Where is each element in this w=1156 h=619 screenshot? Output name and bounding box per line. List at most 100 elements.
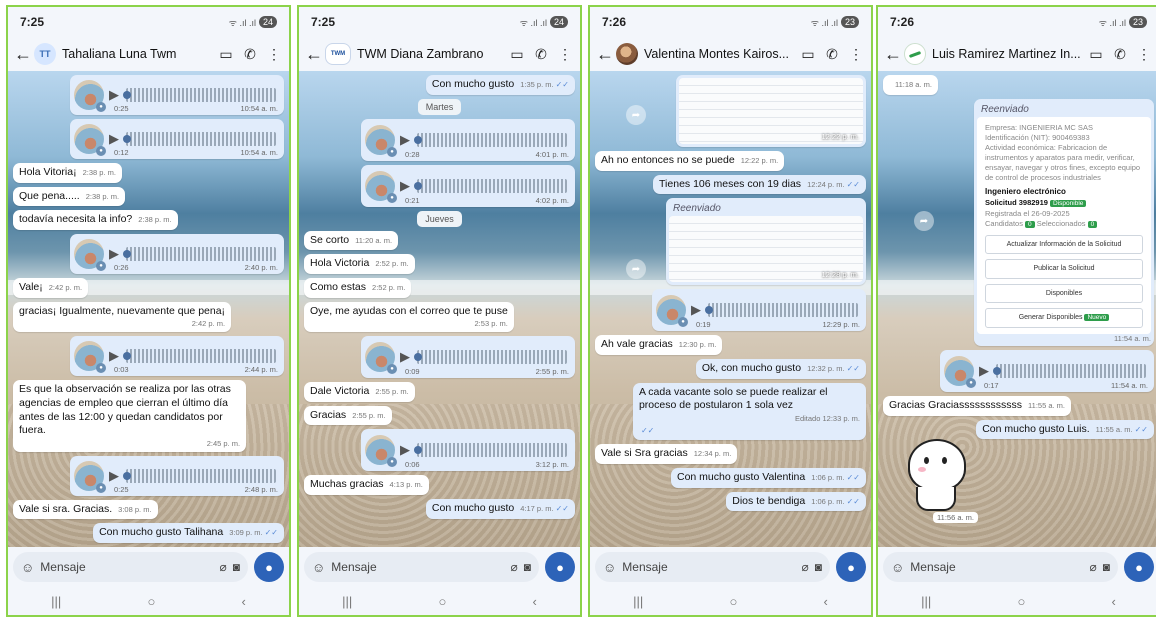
sent-message[interactable]: A cada vacante solo se puede realizar el… bbox=[632, 382, 866, 441]
forward-icon[interactable]: ➦ bbox=[626, 105, 646, 125]
play-icon[interactable]: ▶ bbox=[979, 363, 991, 379]
back-arrow-icon[interactable]: ← bbox=[596, 44, 614, 65]
more-options-icon[interactable]: ⋮ bbox=[556, 46, 574, 63]
mic-button-icon[interactable]: ● bbox=[545, 552, 575, 582]
back-arrow-icon[interactable]: ← bbox=[884, 44, 902, 65]
emoji-icon[interactable]: ☺ bbox=[603, 560, 616, 575]
attach-icon[interactable]: ⌀ bbox=[511, 560, 518, 574]
video-call-icon[interactable]: ▭ bbox=[1087, 46, 1105, 63]
home-icon[interactable]: ○ bbox=[438, 594, 446, 609]
forwarded-message[interactable]: Reenviado 12:28 p. m. bbox=[666, 198, 866, 286]
received-message[interactable]: Vale¡ 2:42 p. m. bbox=[13, 278, 89, 298]
card-button[interactable]: Actualizar Información de la Solicitud bbox=[985, 234, 1143, 255]
back-arrow-icon[interactable]: ← bbox=[305, 44, 323, 65]
phone-call-icon[interactable]: ✆ bbox=[823, 46, 841, 63]
back-arrow-icon[interactable]: ← bbox=[14, 44, 32, 65]
play-icon[interactable]: ▶ bbox=[109, 131, 121, 147]
contact-name[interactable]: TWM Diana Zambrano bbox=[357, 47, 502, 61]
home-icon[interactable]: ○ bbox=[147, 594, 155, 609]
home-icon[interactable]: ○ bbox=[729, 594, 737, 609]
voice-message[interactable]: ● ▶ 0:12 10:54 a. m. bbox=[70, 119, 284, 160]
received-message[interactable]: Gracias Graciassssssssssss 11:55 a. m. bbox=[883, 395, 1071, 416]
camera-icon[interactable]: ◙ bbox=[1103, 560, 1110, 574]
emoji-icon[interactable]: ☺ bbox=[891, 560, 904, 575]
voice-message[interactable]: ● ▶ 0:17 11:54 a. m. bbox=[940, 349, 1154, 392]
waveform[interactable] bbox=[414, 132, 567, 147]
received-message[interactable]: Vale si sra. Gracias. 3:08 p. m. bbox=[13, 499, 158, 520]
waveform[interactable] bbox=[705, 303, 858, 318]
waveform[interactable] bbox=[414, 349, 567, 364]
sent-message[interactable]: Con mucho gusto Talihana 3:09 p. m. ✓✓ bbox=[93, 523, 284, 544]
message-input[interactable]: ☺ Mensaje ⌀ ◙ bbox=[595, 552, 830, 582]
contact-avatar[interactable]: TWM bbox=[325, 43, 351, 65]
chat-area[interactable]: Con mucho gusto 1:35 p. m. ✓✓ Martes ● ▶ 0:28 4… bbox=[299, 71, 580, 547]
back-nav-icon[interactable]: ‹ bbox=[242, 594, 246, 609]
forwarded-message[interactable]: Reenviado Empresa: INGENIERIA MC SAS Ident… bbox=[974, 98, 1154, 346]
emoji-icon[interactable]: ☺ bbox=[312, 560, 325, 575]
contact-avatar[interactable] bbox=[904, 43, 926, 65]
contact-avatar[interactable]: TT bbox=[34, 43, 56, 65]
back-nav-icon[interactable]: ‹ bbox=[824, 594, 828, 609]
mic-button-icon[interactable]: ● bbox=[836, 552, 866, 582]
back-nav-icon[interactable]: ‹ bbox=[1112, 594, 1116, 609]
message-input[interactable]: ☺ Mensaje ⌀ ◙ bbox=[13, 552, 248, 582]
recents-icon[interactable]: ||| bbox=[633, 594, 643, 609]
video-call-icon[interactable]: ▭ bbox=[508, 46, 526, 63]
contact-name[interactable]: Valentina Montes Kairos... bbox=[644, 47, 793, 61]
voice-message[interactable]: ● ▶ 0:06 3:12 p. m. bbox=[361, 429, 575, 472]
attach-icon[interactable]: ⌀ bbox=[802, 560, 809, 574]
chat-area[interactable]: 12:22 p. m. Ah no entonces no se puede 12:… bbox=[590, 71, 871, 547]
voice-message[interactable]: ● ▶ 0:25 10:54 a. m. bbox=[70, 75, 284, 116]
waveform[interactable] bbox=[993, 363, 1146, 378]
play-icon[interactable]: ▶ bbox=[400, 178, 412, 194]
sent-message[interactable]: Ok, con mucho gusto 12:32 p. m. ✓✓ bbox=[695, 358, 866, 379]
sticker-message[interactable]: 11:56 a. m. bbox=[900, 435, 978, 523]
voice-message[interactable]: ● ▶ 0:26 2:40 p. m. bbox=[70, 234, 284, 275]
waveform[interactable] bbox=[123, 132, 276, 147]
contact-name[interactable]: Luis Ramirez Martinez In... bbox=[932, 47, 1081, 61]
sent-message[interactable]: Tienes 106 meses con 19 dias 12:24 p. m. ✓… bbox=[653, 174, 866, 195]
voice-message[interactable]: ● ▶ 0:19 12:29 p. m. bbox=[652, 289, 866, 332]
mic-button-icon[interactable]: ● bbox=[254, 552, 284, 582]
received-message[interactable]: gracias¡ Igualmente, nuevamente que pena… bbox=[13, 301, 232, 333]
received-message[interactable]: Como estas 2:52 p. m. bbox=[304, 277, 412, 298]
card-button[interactable]: Disponibles bbox=[985, 283, 1143, 304]
play-icon[interactable]: ▶ bbox=[109, 468, 121, 484]
phone-call-icon[interactable]: ✆ bbox=[241, 46, 259, 63]
voice-message[interactable]: ● ▶ 0:09 2:55 p. m. bbox=[361, 335, 575, 378]
video-call-icon[interactable]: ▭ bbox=[217, 46, 235, 63]
contact-avatar[interactable] bbox=[616, 43, 638, 65]
sent-message[interactable]: Con mucho gusto Luis. 11:55 a. m. ✓✓ bbox=[976, 419, 1154, 440]
attach-icon[interactable]: ⌀ bbox=[1090, 560, 1097, 574]
received-message[interactable]: Vale si Sra gracias 12:34 p. m. bbox=[595, 444, 738, 464]
play-icon[interactable]: ▶ bbox=[400, 349, 412, 365]
play-icon[interactable]: ▶ bbox=[400, 132, 412, 148]
more-options-icon[interactable]: ⋮ bbox=[1135, 46, 1153, 63]
card-button[interactable]: Generar Disponibles Nuevo bbox=[985, 308, 1143, 328]
waveform[interactable] bbox=[414, 443, 567, 458]
video-call-icon[interactable]: ▭ bbox=[799, 46, 817, 63]
waveform[interactable] bbox=[123, 349, 276, 364]
mic-button-icon[interactable]: ● bbox=[1124, 552, 1154, 582]
received-message[interactable]: Ah vale gracias 12:30 p. m. bbox=[595, 335, 723, 355]
received-message[interactable]: Ah no entonces no se puede 12:22 p. m. bbox=[595, 151, 785, 171]
message-input[interactable]: ☺ Mensaje ⌀ ◙ bbox=[883, 552, 1118, 582]
voice-message[interactable]: ● ▶ 0:28 4:01 p. m. bbox=[361, 118, 575, 161]
play-icon[interactable]: ▶ bbox=[400, 442, 412, 458]
play-icon[interactable]: ▶ bbox=[109, 87, 121, 103]
message-input[interactable]: ☺ Mensaje ⌀ ◙ bbox=[304, 552, 539, 582]
received-message[interactable]: Hola Victoria 2:52 p. m. bbox=[304, 254, 415, 274]
chat-area[interactable]: ● ▶ 0:25 10:54 a. m. ● ▶ 0:12 10:54 a. m. Hola V… bbox=[8, 71, 289, 547]
back-nav-icon[interactable]: ‹ bbox=[533, 594, 537, 609]
contact-name[interactable]: Tahaliana Luna Twm bbox=[62, 47, 211, 61]
recents-icon[interactable]: ||| bbox=[51, 594, 61, 609]
more-options-icon[interactable]: ⋮ bbox=[265, 46, 283, 63]
sent-message[interactable]: Dios te bendiga 1:06 p. m. ✓✓ bbox=[726, 491, 866, 512]
emoji-icon[interactable]: ☺ bbox=[21, 560, 34, 575]
play-icon[interactable]: ▶ bbox=[109, 348, 121, 364]
received-message[interactable]: todavía necesita la info? 2:38 p. m. bbox=[13, 210, 178, 231]
forward-icon[interactable]: ➦ bbox=[914, 211, 934, 231]
received-message[interactable]: Gracias 2:55 p. m. bbox=[304, 405, 392, 426]
received-message[interactable]: Dale Victoria 2:55 p. m. bbox=[304, 381, 415, 402]
received-message[interactable]: Oye, me ayudas con el correo que te puse… bbox=[304, 301, 514, 332]
